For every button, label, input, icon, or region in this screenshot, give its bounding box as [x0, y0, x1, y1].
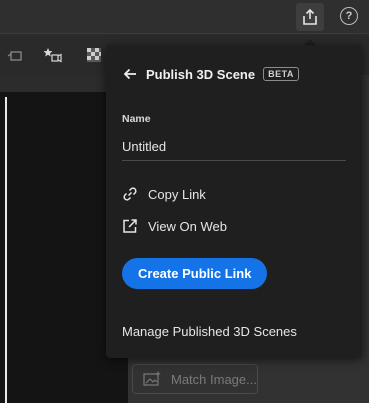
share-upload-icon: [303, 8, 317, 25]
view-on-web-label: View On Web: [148, 218, 228, 234]
beta-badge: BETA: [263, 67, 299, 81]
add-light-icon[interactable]: [42, 45, 62, 65]
share-button[interactable]: [296, 3, 324, 31]
copy-link-action[interactable]: Copy Link: [122, 186, 206, 202]
popover-title: Publish 3D Scene: [146, 66, 256, 82]
help-button[interactable]: ?: [340, 7, 358, 25]
match-image-label: Match Image...: [171, 371, 257, 387]
name-field[interactable]: Untitled: [122, 139, 166, 154]
view-on-web-action[interactable]: View On Web: [122, 218, 227, 234]
rotate-object-icon[interactable]: [6, 45, 26, 65]
copy-link-label: Copy Link: [148, 186, 206, 202]
name-field-underline: [122, 160, 346, 161]
back-arrow-icon[interactable]: [122, 66, 138, 82]
environment-icon[interactable]: [84, 45, 104, 65]
name-label: Name: [122, 113, 151, 125]
image-icon: [143, 371, 161, 386]
help-icon: ?: [345, 10, 353, 22]
external-link-icon: [122, 218, 138, 234]
match-image-button[interactable]: Match Image...: [132, 364, 258, 394]
top-bar: ?: [0, 0, 369, 34]
popover-header: Publish 3D Scene BETA: [122, 66, 299, 82]
link-icon: [122, 186, 138, 202]
manage-published-scenes-link[interactable]: Manage Published 3D Scenes: [122, 324, 297, 339]
publish-popover: Publish 3D Scene BETA Name Untitled Copy…: [106, 45, 362, 358]
canvas-border: [5, 97, 7, 403]
create-public-link-button[interactable]: Create Public Link: [122, 258, 268, 289]
